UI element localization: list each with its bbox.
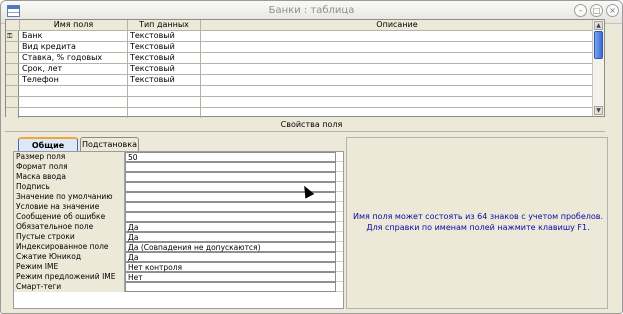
- property-row[interactable]: Индексированное поле Да (Совпадения не до…: [14, 242, 343, 252]
- property-label: Значение по умолчанию: [14, 192, 125, 202]
- field-row[interactable]: Вид кредита Текстовый: [6, 42, 604, 53]
- scroll-down-icon[interactable]: ▼: [594, 106, 603, 115]
- property-label: Индексированное поле: [14, 242, 125, 252]
- property-value-field[interactable]: Да: [125, 222, 336, 232]
- property-label: Формат поля: [14, 162, 125, 172]
- row-selector-header: [6, 20, 20, 30]
- property-value-field[interactable]: Да: [125, 252, 336, 262]
- empty-row[interactable]: [6, 86, 604, 97]
- field-name-cell[interactable]: Банк: [20, 31, 128, 41]
- property-row[interactable]: Сообщение об ошибке: [14, 212, 343, 222]
- help-panel: Имя поля может состоять из 64 знаков с у…: [346, 137, 608, 309]
- property-value-field[interactable]: Да (Совпадения не допускаются): [125, 242, 336, 252]
- data-type-cell[interactable]: [128, 97, 201, 107]
- property-row[interactable]: Формат поля: [14, 162, 343, 172]
- property-value-field[interactable]: [125, 202, 336, 212]
- field-name-cell[interactable]: Вид кредита: [20, 42, 128, 52]
- data-type-cell[interactable]: Текстовый: [128, 53, 201, 63]
- field-properties-title: Свойства поля: [280, 120, 343, 129]
- property-row[interactable]: Размер поля 50: [14, 152, 343, 162]
- property-label: Маска ввода: [14, 172, 125, 182]
- row-selector[interactable]: [6, 53, 19, 63]
- field-row[interactable]: Ставка, % годовых Текстовый: [6, 53, 604, 64]
- field-name-cell[interactable]: Ставка, % годовых: [20, 53, 128, 63]
- tab-general[interactable]: Общие: [18, 137, 78, 151]
- divider: [5, 131, 605, 132]
- empty-row[interactable]: [6, 97, 604, 108]
- vertical-scrollbar[interactable]: ▲ ▼: [592, 20, 604, 116]
- key-icon[interactable]: ⚿: [6, 31, 19, 41]
- field-name-cell[interactable]: [20, 86, 128, 96]
- property-row[interactable]: Режим предложений IME Нет: [14, 272, 343, 282]
- property-value-field[interactable]: Да: [125, 232, 336, 242]
- property-row[interactable]: Обязательное поле Да: [14, 222, 343, 232]
- property-label: Пустые строки: [14, 232, 125, 242]
- scroll-up-icon[interactable]: ▲: [594, 21, 603, 30]
- row-selector[interactable]: [6, 97, 19, 107]
- property-value-field[interactable]: [125, 172, 336, 182]
- data-type-cell[interactable]: Текстовый: [128, 31, 201, 41]
- property-row[interactable]: Значение по умолчанию: [14, 192, 343, 202]
- help-text: Имя поля может состоять из 64 знаков с у…: [352, 212, 604, 232]
- property-value-field[interactable]: [125, 212, 336, 222]
- data-type-cell[interactable]: Текстовый: [128, 42, 201, 52]
- field-name-cell[interactable]: Срок, лет: [20, 64, 128, 74]
- property-label: Размер поля: [14, 152, 125, 162]
- field-name-header[interactable]: Имя поля: [20, 20, 128, 30]
- grid-header: Имя поля Тип данных Описание: [6, 20, 604, 31]
- property-row[interactable]: Режим IME Нет контроля: [14, 262, 343, 272]
- property-value-field[interactable]: [125, 282, 336, 292]
- field-design-grid: Имя поля Тип данных Описание ⚿ Банк Текс…: [5, 19, 605, 119]
- maximize-button[interactable]: □: [590, 4, 603, 17]
- row-selector[interactable]: [6, 75, 19, 85]
- empty-row[interactable]: [6, 108, 604, 119]
- data-type-cell[interactable]: Текстовый: [128, 75, 201, 85]
- property-label: Подпись: [14, 182, 125, 192]
- property-row[interactable]: Пустые строки Да: [14, 232, 343, 242]
- property-label: Сжатие Юникод: [14, 252, 125, 262]
- row-selector[interactable]: [6, 86, 19, 96]
- data-type-cell[interactable]: [128, 108, 201, 118]
- data-type-cell[interactable]: [128, 86, 201, 96]
- property-value-field[interactable]: [125, 162, 336, 172]
- property-value-field[interactable]: Нет контроля: [125, 262, 336, 272]
- data-type-cell[interactable]: Текстовый: [128, 64, 201, 74]
- field-name-cell[interactable]: [20, 97, 128, 107]
- close-button[interactable]: ×: [606, 4, 619, 17]
- property-label: Условие на значение: [14, 202, 125, 212]
- property-row[interactable]: Условие на значение: [14, 202, 343, 212]
- row-selector[interactable]: [6, 42, 19, 52]
- row-selector[interactable]: [6, 108, 19, 118]
- field-row[interactable]: Телефон Текстовый: [6, 75, 604, 86]
- property-label: Режим предложений IME: [14, 272, 125, 282]
- field-properties-grid: Размер поля 50 Формат поля Маска ввода По…: [13, 151, 344, 309]
- property-label: Сообщение об ошибке: [14, 212, 125, 222]
- field-row[interactable]: Срок, лет Текстовый: [6, 64, 604, 75]
- property-label: Режим IME: [14, 262, 125, 272]
- property-row[interactable]: Маска ввода: [14, 172, 343, 182]
- property-row[interactable]: Подпись: [14, 182, 343, 192]
- field-row[interactable]: ⚿ Банк Текстовый: [6, 31, 604, 42]
- description-header[interactable]: Описание: [201, 20, 593, 30]
- minimize-button[interactable]: –: [574, 4, 587, 17]
- property-label: Обязательное поле: [14, 222, 125, 232]
- property-row[interactable]: Смарт-теги: [14, 282, 343, 292]
- field-name-cell[interactable]: Телефон: [20, 75, 128, 85]
- table-design-window: Банки : таблица – □ × Имя поля Тип данны…: [0, 0, 623, 314]
- property-label: Смарт-теги: [14, 282, 125, 292]
- scroll-thumb[interactable]: [594, 31, 603, 59]
- tab-lookup[interactable]: Подстановка: [80, 137, 139, 151]
- property-value-field[interactable]: 50: [125, 152, 336, 162]
- property-value-field[interactable]: Нет: [125, 272, 336, 282]
- row-selector[interactable]: [6, 64, 19, 74]
- window-title: Банки : таблица: [268, 5, 355, 16]
- field-name-cell[interactable]: [20, 108, 128, 118]
- property-row[interactable]: Сжатие Юникод Да: [14, 252, 343, 262]
- data-type-header[interactable]: Тип данных: [128, 20, 201, 30]
